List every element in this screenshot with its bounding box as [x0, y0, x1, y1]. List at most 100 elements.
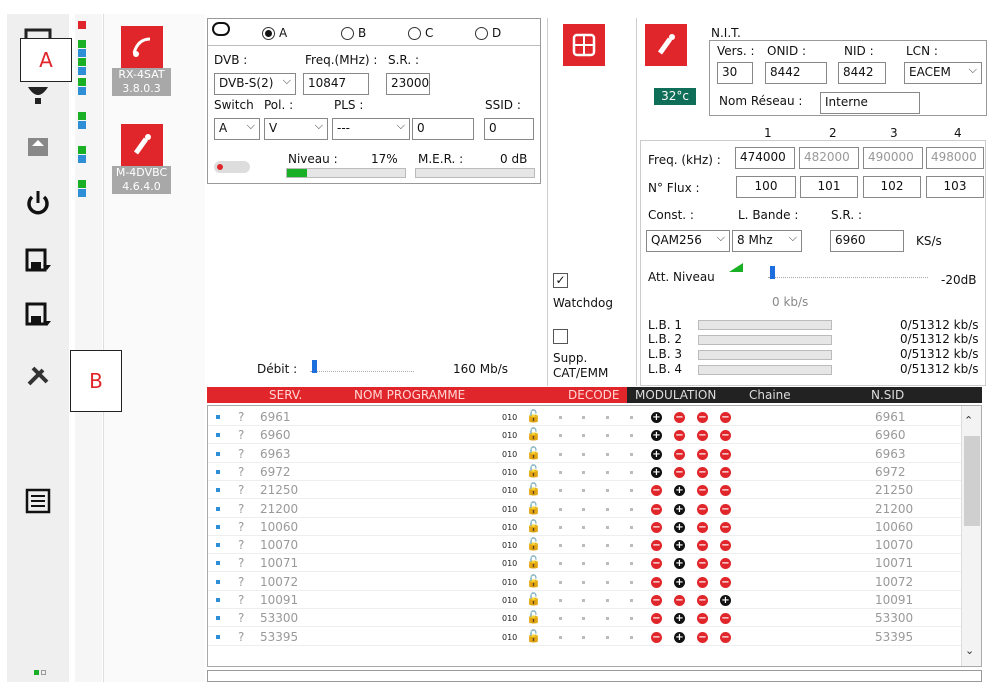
table-row[interactable]: ? 10060 010 🔓 − + − −10060: [208, 519, 963, 536]
freq-2-input[interactable]: 482000: [799, 147, 859, 169]
minus-circle-icon[interactable]: −: [697, 430, 708, 442]
table-row[interactable]: ? 6961 010 🔓 + − − − 6961: [208, 409, 963, 426]
minus-circle-icon[interactable]: −: [697, 466, 708, 478]
minus-circle-icon[interactable]: −: [651, 595, 662, 606]
vers-input[interactable]: 30: [717, 62, 753, 84]
minus-circle-icon[interactable]: −: [651, 521, 662, 533]
minus-circle-icon[interactable]: −: [697, 412, 708, 423]
padlock-icon[interactable]: 🔓: [526, 519, 541, 533]
card-icon[interactable]: [563, 24, 605, 66]
minus-circle-icon[interactable]: −: [697, 595, 708, 606]
col-serv[interactable]: SERV.: [269, 388, 302, 402]
minus-circle-icon[interactable]: −: [697, 521, 708, 533]
nid-input[interactable]: 8442: [838, 62, 886, 84]
mod-sr-input[interactable]: 6960: [830, 230, 904, 252]
minus-circle-icon[interactable]: −: [697, 485, 708, 497]
padlock-icon[interactable]: 🔓: [526, 427, 541, 441]
minus-circle-icon[interactable]: −: [720, 448, 731, 460]
sr-input[interactable]: 23000: [386, 73, 430, 95]
onid-input[interactable]: 8442: [765, 62, 827, 84]
connector-icon[interactable]: [645, 24, 687, 66]
minus-circle-icon[interactable]: −: [720, 412, 731, 423]
table-row[interactable]: ? 6972 010 🔓 + − − −6972: [208, 464, 963, 481]
padlock-icon[interactable]: 🔓: [526, 610, 541, 624]
save-out-icon[interactable]: [12, 240, 63, 281]
padlock-icon[interactable]: 🔓: [526, 501, 541, 515]
flux-4-input[interactable]: 103: [926, 176, 984, 198]
padlock-icon[interactable]: 🔓: [526, 464, 541, 478]
plus-circle-icon[interactable]: +: [651, 430, 662, 442]
minus-circle-icon[interactable]: −: [674, 595, 685, 606]
table-row[interactable]: ? 10072 010 🔓 − + − −10072: [208, 574, 963, 591]
plus-circle-icon[interactable]: +: [651, 448, 662, 460]
plus-circle-icon[interactable]: +: [674, 521, 685, 533]
pol-select[interactable]: V: [264, 118, 328, 140]
plus-circle-icon[interactable]: +: [674, 631, 685, 643]
table-row[interactable]: ? 6963 010 🔓 + − − −6963: [208, 446, 963, 463]
minus-circle-icon[interactable]: −: [720, 540, 731, 552]
module-tile-rx4sat[interactable]: RX-4SAT 3.8.0.3: [112, 26, 171, 96]
padlock-icon[interactable]: 🔓: [526, 592, 541, 606]
flux-1-input[interactable]: 100: [736, 176, 796, 198]
minus-circle-icon[interactable]: −: [697, 503, 708, 515]
reseau-input[interactable]: Interne: [820, 92, 920, 114]
plus-circle-icon[interactable]: +: [651, 412, 662, 423]
padlock-icon[interactable]: 🔓: [526, 574, 541, 588]
minus-circle-icon[interactable]: −: [720, 613, 731, 625]
table-row[interactable]: ? 10070 010 🔓 − + − −10070: [208, 537, 963, 555]
minus-circle-icon[interactable]: −: [720, 430, 731, 442]
radio-b[interactable]: [341, 27, 354, 40]
table-row[interactable]: ? 10091 010 🔓 − − − +10091: [208, 592, 963, 609]
minus-circle-icon[interactable]: −: [651, 503, 662, 515]
minus-circle-icon[interactable]: −: [720, 466, 731, 478]
pls-number-input[interactable]: 0: [412, 118, 474, 140]
plus-circle-icon[interactable]: +: [674, 576, 685, 588]
dvb-select[interactable]: DVB-S(2): [214, 73, 296, 95]
supp-cat-emm-checkbox[interactable]: [553, 329, 568, 344]
minus-circle-icon[interactable]: −: [697, 448, 708, 460]
minus-circle-icon[interactable]: −: [697, 613, 708, 625]
minus-circle-icon[interactable]: −: [651, 540, 662, 552]
table-row[interactable]: ? 10071 010 🔓 − + − −10071: [208, 555, 963, 573]
table-scrollbar[interactable]: ⌃ ⌄: [961, 406, 981, 666]
freq-input[interactable]: 10847: [303, 73, 369, 95]
plus-circle-icon[interactable]: +: [674, 540, 685, 552]
radio-a[interactable]: [262, 27, 275, 40]
minus-circle-icon[interactable]: −: [697, 558, 708, 570]
minus-circle-icon[interactable]: −: [697, 631, 708, 643]
switch-select[interactable]: A: [214, 118, 260, 140]
minus-circle-icon[interactable]: −: [697, 540, 708, 552]
col-nsid[interactable]: N.SID: [871, 388, 904, 402]
minus-circle-icon[interactable]: −: [697, 576, 708, 588]
minus-circle-icon[interactable]: −: [720, 521, 731, 533]
minus-circle-icon[interactable]: −: [651, 485, 662, 497]
col-modulation[interactable]: MODULATION: [635, 388, 716, 402]
minus-circle-icon[interactable]: −: [651, 631, 662, 643]
col-nom-programme[interactable]: NOM PROGRAMME: [354, 388, 465, 402]
minus-circle-icon[interactable]: −: [720, 558, 731, 570]
tools-icon[interactable]: [12, 354, 63, 395]
module-tile-m4dvbc[interactable]: M-4DVBC 4.6.4.0: [112, 124, 171, 194]
save-in-icon[interactable]: [12, 294, 63, 335]
col-chaine[interactable]: Chaine: [749, 388, 791, 402]
padlock-icon[interactable]: 🔓: [526, 446, 541, 460]
ssid-input[interactable]: 0: [484, 118, 534, 140]
lbande-select[interactable]: 8 Mhz: [732, 230, 802, 252]
flux-3-input[interactable]: 102: [863, 176, 921, 198]
table-row[interactable]: ? 6960 010 🔓 + − − −6960: [208, 427, 963, 445]
table-row[interactable]: ? 53395 010 🔓 − + − −53395: [208, 629, 963, 646]
padlock-icon[interactable]: 🔓: [526, 482, 541, 496]
const-select[interactable]: QAM256: [646, 230, 730, 252]
radio-c[interactable]: [408, 27, 421, 40]
minus-circle-icon[interactable]: −: [651, 576, 662, 588]
padlock-icon[interactable]: 🔓: [526, 409, 541, 423]
freq-1-input[interactable]: 474000: [735, 147, 795, 169]
padlock-icon[interactable]: 🔓: [526, 555, 541, 569]
pls-select[interactable]: ---: [332, 118, 410, 140]
padlock-icon[interactable]: 🔓: [526, 629, 541, 643]
plus-circle-icon[interactable]: +: [720, 595, 731, 606]
table-row[interactable]: ? 21250 010 🔓 − + − −21250: [208, 482, 963, 500]
plus-circle-icon[interactable]: +: [651, 466, 662, 478]
minus-circle-icon[interactable]: −: [674, 412, 685, 423]
freq-4-input[interactable]: 498000: [926, 147, 984, 169]
